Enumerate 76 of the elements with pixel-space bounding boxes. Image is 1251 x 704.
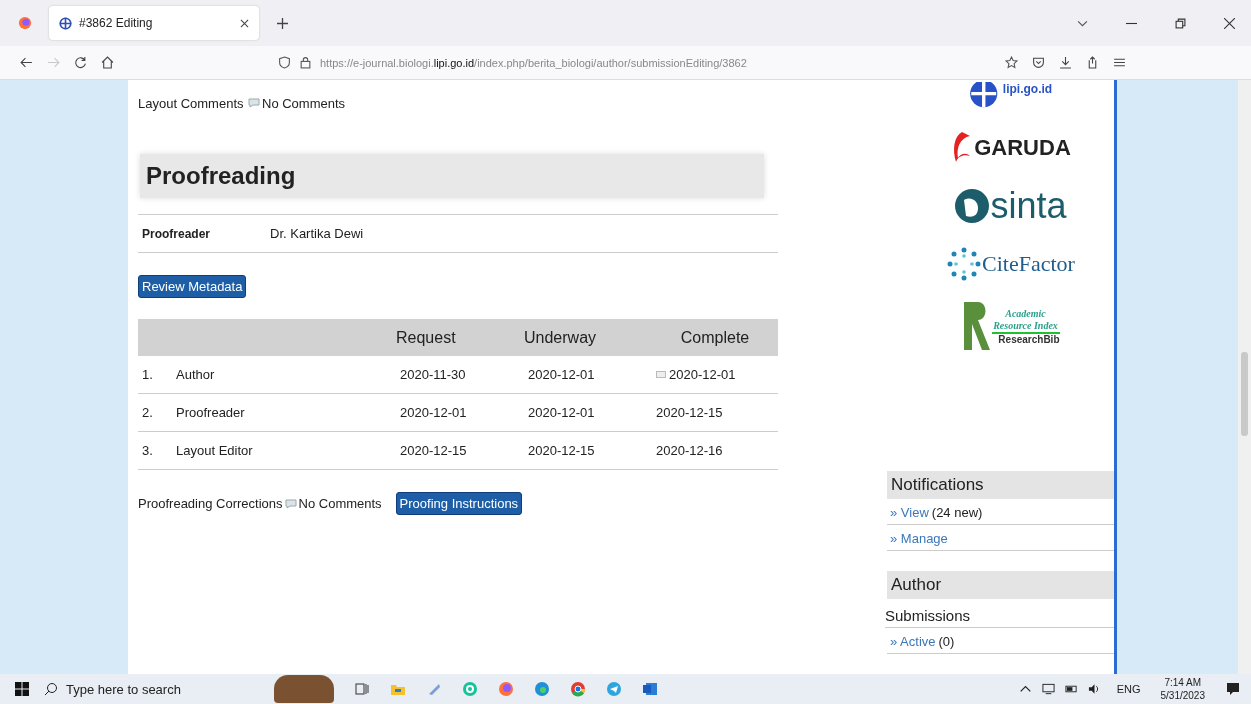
researchbib-logo[interactable]: Academic Resource Index ResearchBib bbox=[961, 300, 1060, 352]
table-cell-text: Proofreader bbox=[176, 405, 246, 420]
chevron-up-icon[interactable] bbox=[1018, 683, 1032, 695]
comments-link[interactable]: No Comments bbox=[262, 95, 346, 111]
network-icon[interactable] bbox=[1041, 683, 1055, 695]
home-icon[interactable] bbox=[101, 56, 114, 69]
field-value: Dr. Kartika Dewi bbox=[270, 226, 364, 241]
scrollbar[interactable] bbox=[1238, 80, 1251, 674]
link-count: (0) bbox=[938, 634, 955, 649]
notification-icon[interactable] bbox=[1225, 681, 1241, 697]
close-icon[interactable] bbox=[1224, 17, 1235, 29]
sinta-logo[interactable]: sinta bbox=[954, 184, 1067, 228]
field-label: Proofreader bbox=[141, 226, 212, 241]
pocket-icon[interactable] bbox=[1032, 56, 1045, 69]
shield-icon[interactable] bbox=[278, 56, 291, 69]
comments-link[interactable]: No Comments bbox=[298, 496, 382, 511]
telegram-icon[interactable] bbox=[606, 681, 622, 697]
table-cell-text: 2020-12-01 bbox=[528, 405, 596, 420]
citefactor-logo[interactable]: CiteFactor bbox=[946, 246, 1075, 282]
language-indicator[interactable]: ENG bbox=[1116, 683, 1141, 695]
table-cell-text: 2020-12-01 bbox=[400, 405, 468, 420]
sidebar-heading: Author bbox=[887, 571, 1114, 599]
link-count: (24 new) bbox=[931, 505, 983, 520]
firefox-icon[interactable] bbox=[18, 16, 32, 30]
globe-icon bbox=[59, 16, 72, 30]
table-cell-text: 2020-12-01 bbox=[528, 367, 596, 382]
windows-start-icon[interactable] bbox=[14, 681, 30, 697]
edge-icon[interactable] bbox=[534, 681, 550, 697]
table-cell: 2020-12-15 bbox=[656, 405, 723, 420]
search-icon bbox=[44, 682, 58, 696]
firefox-icon[interactable] bbox=[498, 681, 514, 697]
lock-icon bbox=[299, 56, 312, 69]
layout-comments-text: Layout Comments bbox=[138, 96, 244, 111]
speaker-icon[interactable] bbox=[1087, 683, 1101, 695]
corrections-label: Proofreading Corrections bbox=[138, 496, 283, 511]
proofing-instructions-button[interactable]: Proofing Instructions bbox=[395, 492, 523, 515]
table-cell-text: 2020-12-15 bbox=[528, 443, 596, 458]
restore-icon[interactable] bbox=[1175, 17, 1186, 29]
table-cell-text: Author bbox=[176, 367, 216, 382]
share-icon[interactable] bbox=[1086, 56, 1099, 69]
chrome-icon[interactable] bbox=[570, 681, 586, 697]
column-header: Underway bbox=[524, 328, 598, 347]
sidebar-link[interactable]: » Manage bbox=[890, 531, 948, 546]
table-cell-text: Layout Editor bbox=[176, 443, 254, 458]
table-cell-text: 2020-11-30 bbox=[400, 367, 467, 382]
column-header: Complete bbox=[679, 328, 751, 347]
close-icon[interactable] bbox=[240, 18, 249, 28]
otter-picture bbox=[274, 675, 334, 703]
garuda-logo[interactable]: GARUDA bbox=[950, 130, 1071, 166]
star-icon[interactable] bbox=[1005, 56, 1018, 69]
clock[interactable]: 7:14 AM 5/31/2023 bbox=[1160, 676, 1205, 702]
sidebar-heading: Notifications bbox=[887, 471, 1114, 499]
browser-tab[interactable]: #3862 Editing bbox=[49, 6, 259, 40]
column-header: Request bbox=[396, 328, 457, 347]
back-arrow-icon[interactable] bbox=[20, 56, 33, 69]
url-text[interactable]: https://e-journal.biologi.lipi.go.id/index.php/berita_biologi/author/submissionEditing/3862 bbox=[320, 56, 747, 69]
section-heading: Proofreading bbox=[140, 154, 764, 198]
table-cell: 2020-12-16 bbox=[656, 443, 723, 458]
row-number: 1. bbox=[141, 367, 154, 382]
row-number: 3. bbox=[141, 443, 154, 458]
sidebar-subheading: Submissions bbox=[885, 599, 1114, 628]
task-view-icon[interactable] bbox=[354, 681, 370, 697]
reload-icon[interactable] bbox=[74, 56, 87, 69]
taskbar-search-field[interactable]: Type here to search bbox=[44, 681, 254, 697]
plus-icon[interactable] bbox=[277, 17, 288, 29]
sidebar-link[interactable]: » View bbox=[890, 505, 929, 520]
table-cell-text: 2020-12-15 bbox=[400, 443, 468, 458]
download-icon[interactable] bbox=[1059, 56, 1072, 69]
lipi-logo[interactable]: lipi.go.id bbox=[968, 82, 1053, 112]
table-cell: 2020-12-01 bbox=[669, 367, 736, 382]
word-icon[interactable] bbox=[642, 681, 658, 697]
sidebar-link[interactable]: » Active bbox=[890, 634, 936, 649]
review-metadata-button[interactable]: Review Metadata bbox=[138, 275, 247, 298]
menu-icon[interactable] bbox=[1113, 56, 1126, 69]
battery-icon[interactable] bbox=[1064, 683, 1078, 695]
row-number: 2. bbox=[141, 405, 154, 420]
